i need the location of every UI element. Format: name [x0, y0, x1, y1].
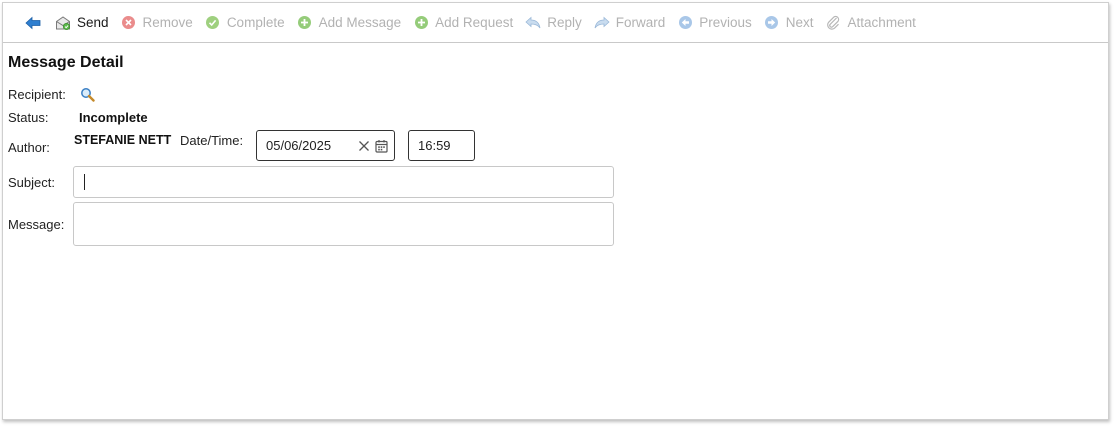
next-label: Next [785, 15, 814, 30]
calendar-icon[interactable] [374, 138, 388, 153]
subject-input[interactable] [73, 166, 614, 198]
add-message-button[interactable]: Add Message [291, 10, 408, 36]
reply-label: Reply [547, 15, 582, 30]
attachment-label: Attachment [847, 15, 916, 30]
back-arrow-icon [25, 15, 41, 31]
message-detail-window: Send Remove Complete Add Message Add Req [2, 2, 1109, 420]
author-label: Author: [8, 140, 50, 155]
complete-label: Complete [226, 15, 285, 30]
forward-label: Forward [615, 15, 666, 30]
forward-button[interactable]: Forward [588, 10, 672, 36]
previous-button[interactable]: Previous [671, 10, 758, 36]
next-icon [764, 15, 780, 31]
remove-icon [121, 15, 137, 31]
back-button[interactable] [21, 10, 49, 36]
remove-label: Remove [142, 15, 193, 30]
page-title: Message Detail [8, 54, 124, 71]
send-button[interactable]: Send [49, 10, 115, 36]
toolbar: Send Remove Complete Add Message Add Req [3, 3, 1108, 43]
message-label: Message: [8, 217, 65, 232]
previous-label: Previous [699, 15, 752, 30]
send-label: Send [77, 15, 109, 30]
add-request-label: Add Request [435, 15, 514, 30]
message-input[interactable] [73, 202, 614, 246]
forward-icon [594, 15, 610, 31]
time-value: 16:59 [418, 138, 451, 153]
reply-button[interactable]: Reply [519, 10, 588, 36]
add-request-icon [413, 15, 429, 31]
add-request-button[interactable]: Add Request [407, 10, 519, 36]
recipient-search-icon[interactable] [79, 86, 95, 102]
attachment-button[interactable]: Attachment [820, 10, 922, 36]
complete-button[interactable]: Complete [199, 10, 291, 36]
remove-button[interactable]: Remove [115, 10, 199, 36]
time-field[interactable]: 16:59 [408, 130, 475, 161]
attachment-icon [826, 15, 842, 31]
recipient-label: Recipient: [8, 87, 66, 102]
send-icon [55, 15, 71, 31]
author-value: STEFANIE NETT [74, 133, 172, 147]
add-message-icon [297, 15, 313, 31]
previous-icon [677, 15, 693, 31]
date-field[interactable]: 05/06/2025 [256, 130, 395, 161]
next-button[interactable]: Next [758, 10, 820, 36]
date-value: 05/06/2025 [266, 138, 332, 153]
reply-icon [525, 15, 541, 31]
subject-label: Subject: [8, 175, 55, 190]
status-label: Status: [8, 110, 49, 125]
datetime-label: Date/Time: [180, 133, 244, 148]
clear-date-icon[interactable] [357, 139, 370, 152]
complete-icon [205, 15, 221, 31]
text-cursor [84, 174, 85, 190]
add-message-label: Add Message [318, 15, 402, 30]
status-value: Incomplete [79, 110, 148, 125]
